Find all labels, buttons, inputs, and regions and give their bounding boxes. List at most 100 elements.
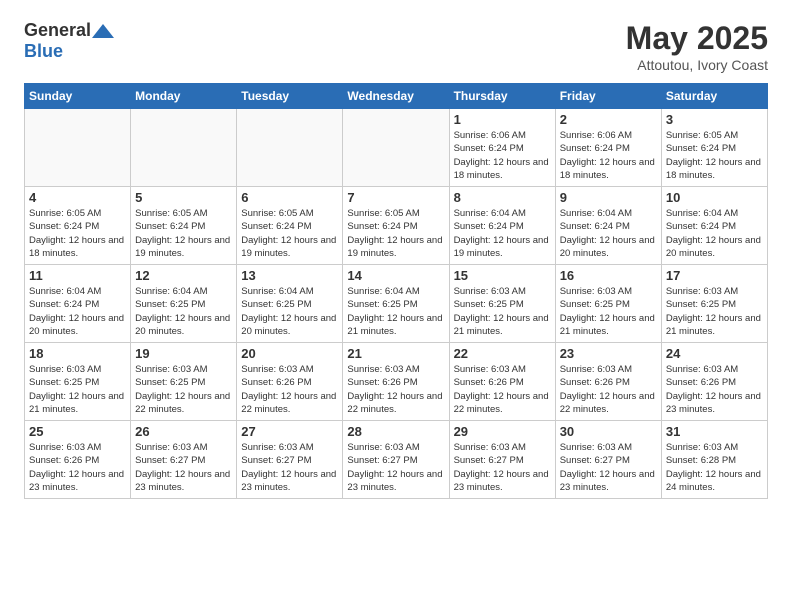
calendar-cell: 19Sunrise: 6:03 AM Sunset: 6:25 PM Dayli… [131, 343, 237, 421]
day-info: Sunrise: 6:03 AM Sunset: 6:26 PM Dayligh… [347, 363, 444, 416]
day-info: Sunrise: 6:04 AM Sunset: 6:25 PM Dayligh… [241, 285, 338, 338]
day-info: Sunrise: 6:05 AM Sunset: 6:24 PM Dayligh… [29, 207, 126, 260]
day-info: Sunrise: 6:03 AM Sunset: 6:25 PM Dayligh… [666, 285, 763, 338]
calendar-cell: 5 Sunrise: 6:05 AM Sunset: 6:24 PM Daylig… [131, 187, 237, 265]
calendar-cell: 28Sunrise: 6:03 AM Sunset: 6:27 PM Dayli… [343, 421, 449, 499]
day-info: Sunrise: 6:03 AM Sunset: 6:27 PM Dayligh… [241, 441, 338, 494]
day-info: Sunrise: 6:03 AM Sunset: 6:25 PM Dayligh… [29, 363, 126, 416]
calendar-table: Sunday Monday Tuesday Wednesday Thursday… [24, 83, 768, 499]
calendar-title: May 2025 [626, 20, 768, 57]
calendar-cell: 7 Sunrise: 6:05 AM Sunset: 6:24 PM Daylig… [343, 187, 449, 265]
day-info: Sunrise: 6:05 AM Sunset: 6:24 PM Dayligh… [135, 207, 232, 260]
calendar-cell: 17 Sunrise: 6:03 AM Sunset: 6:25 PM Dayli… [661, 265, 767, 343]
calendar-cell: 22 Sunrise: 6:03 AM Sunset: 6:26 PM Dayli… [449, 343, 555, 421]
day-number: 20 [241, 346, 338, 361]
calendar-cell [131, 109, 237, 187]
calendar-week-row: 25Sunrise: 6:03 AM Sunset: 6:26 PM Dayli… [25, 421, 768, 499]
header-monday: Monday [131, 84, 237, 109]
day-info: Sunrise: 6:04 AM Sunset: 6:24 PM Dayligh… [560, 207, 657, 260]
calendar-cell: 6Sunrise: 6:05 AM Sunset: 6:24 PM Daylig… [237, 187, 343, 265]
day-number: 15 [454, 268, 551, 283]
day-info: Sunrise: 6:05 AM Sunset: 6:24 PM Dayligh… [347, 207, 444, 260]
day-info: Sunrise: 6:03 AM Sunset: 6:28 PM Dayligh… [666, 441, 763, 494]
calendar-cell: 29Sunrise: 6:03 AM Sunset: 6:27 PM Dayli… [449, 421, 555, 499]
day-number: 26 [135, 424, 232, 439]
day-number: 11 [29, 268, 126, 283]
day-number: 3 [666, 112, 763, 127]
day-number: 12 [135, 268, 232, 283]
day-info: Sunrise: 6:04 AM Sunset: 6:24 PM Dayligh… [454, 207, 551, 260]
header-tuesday: Tuesday [237, 84, 343, 109]
day-info: Sunrise: 6:03 AM Sunset: 6:27 PM Dayligh… [560, 441, 657, 494]
calendar-cell: 23 Sunrise: 6:03 AM Sunset: 6:26 PM Dayli… [555, 343, 661, 421]
calendar-cell [237, 109, 343, 187]
calendar-cell: 14Sunrise: 6:04 AM Sunset: 6:25 PM Dayli… [343, 265, 449, 343]
calendar-cell: 26Sunrise: 6:03 AM Sunset: 6:27 PM Dayli… [131, 421, 237, 499]
calendar-cell [343, 109, 449, 187]
day-number: 25 [29, 424, 126, 439]
day-number: 23 [560, 346, 657, 361]
calendar-cell: 10Sunrise: 6:04 AM Sunset: 6:24 PM Dayli… [661, 187, 767, 265]
calendar-cell: 18 Sunrise: 6:03 AM Sunset: 6:25 PM Dayli… [25, 343, 131, 421]
calendar-cell: 16Sunrise: 6:03 AM Sunset: 6:25 PM Dayli… [555, 265, 661, 343]
calendar-cell: 15 Sunrise: 6:03 AM Sunset: 6:25 PM Dayli… [449, 265, 555, 343]
weekday-header-row: Sunday Monday Tuesday Wednesday Thursday… [25, 84, 768, 109]
calendar-week-row: 1Sunrise: 6:06 AM Sunset: 6:24 PM Daylig… [25, 109, 768, 187]
day-number: 5 [135, 190, 232, 205]
day-number: 6 [241, 190, 338, 205]
header-thursday: Thursday [449, 84, 555, 109]
day-info: Sunrise: 6:03 AM Sunset: 6:26 PM Dayligh… [241, 363, 338, 416]
day-number: 30 [560, 424, 657, 439]
day-info: Sunrise: 6:03 AM Sunset: 6:26 PM Dayligh… [560, 363, 657, 416]
day-info: Sunrise: 6:03 AM Sunset: 6:26 PM Dayligh… [454, 363, 551, 416]
calendar-cell: 24Sunrise: 6:03 AM Sunset: 6:26 PM Dayli… [661, 343, 767, 421]
day-number: 21 [347, 346, 444, 361]
calendar-week-row: 11 Sunrise: 6:04 AM Sunset: 6:24 PM Dayli… [25, 265, 768, 343]
logo-blue: Blue [24, 41, 63, 61]
day-number: 18 [29, 346, 126, 361]
logo-general: General [24, 20, 91, 41]
header-sunday: Sunday [25, 84, 131, 109]
calendar-cell: 9 Sunrise: 6:04 AM Sunset: 6:24 PM Daylig… [555, 187, 661, 265]
calendar-cell: 13 Sunrise: 6:04 AM Sunset: 6:25 PM Dayli… [237, 265, 343, 343]
header-saturday: Saturday [661, 84, 767, 109]
day-info: Sunrise: 6:06 AM Sunset: 6:24 PM Dayligh… [560, 129, 657, 182]
calendar-cell [25, 109, 131, 187]
calendar-week-row: 4 Sunrise: 6:05 AM Sunset: 6:24 PM Daylig… [25, 187, 768, 265]
day-number: 10 [666, 190, 763, 205]
day-info: Sunrise: 6:03 AM Sunset: 6:25 PM Dayligh… [560, 285, 657, 338]
day-info: Sunrise: 6:04 AM Sunset: 6:24 PM Dayligh… [29, 285, 126, 338]
header-friday: Friday [555, 84, 661, 109]
calendar-cell: 11 Sunrise: 6:04 AM Sunset: 6:24 PM Dayli… [25, 265, 131, 343]
title-area: May 2025 Attoutou, Ivory Coast [626, 20, 768, 73]
calendar-cell: 27 Sunrise: 6:03 AM Sunset: 6:27 PM Dayli… [237, 421, 343, 499]
calendar-cell: 21 Sunrise: 6:03 AM Sunset: 6:26 PM Dayli… [343, 343, 449, 421]
day-info: Sunrise: 6:04 AM Sunset: 6:25 PM Dayligh… [135, 285, 232, 338]
calendar-cell: 2 Sunrise: 6:06 AM Sunset: 6:24 PM Daylig… [555, 109, 661, 187]
day-number: 4 [29, 190, 126, 205]
day-number: 17 [666, 268, 763, 283]
day-info: Sunrise: 6:06 AM Sunset: 6:24 PM Dayligh… [454, 129, 551, 182]
day-number: 14 [347, 268, 444, 283]
header: General Blue May 2025 Attoutou, Ivory Co… [24, 20, 768, 73]
day-number: 7 [347, 190, 444, 205]
calendar-cell: 31 Sunrise: 6:03 AM Sunset: 6:28 PM Dayli… [661, 421, 767, 499]
day-number: 28 [347, 424, 444, 439]
day-number: 2 [560, 112, 657, 127]
day-info: Sunrise: 6:03 AM Sunset: 6:26 PM Dayligh… [666, 363, 763, 416]
day-info: Sunrise: 6:05 AM Sunset: 6:24 PM Dayligh… [666, 129, 763, 182]
day-number: 9 [560, 190, 657, 205]
calendar-cell: 25Sunrise: 6:03 AM Sunset: 6:26 PM Dayli… [25, 421, 131, 499]
day-number: 8 [454, 190, 551, 205]
calendar-cell: 30 Sunrise: 6:03 AM Sunset: 6:27 PM Dayli… [555, 421, 661, 499]
calendar-cell: 3 Sunrise: 6:05 AM Sunset: 6:24 PM Daylig… [661, 109, 767, 187]
day-info: Sunrise: 6:03 AM Sunset: 6:25 PM Dayligh… [454, 285, 551, 338]
day-number: 13 [241, 268, 338, 283]
calendar-cell: 8 Sunrise: 6:04 AM Sunset: 6:24 PM Daylig… [449, 187, 555, 265]
calendar-cell: 20 Sunrise: 6:03 AM Sunset: 6:26 PM Dayli… [237, 343, 343, 421]
day-number: 22 [454, 346, 551, 361]
day-number: 31 [666, 424, 763, 439]
day-number: 27 [241, 424, 338, 439]
calendar-cell: 4 Sunrise: 6:05 AM Sunset: 6:24 PM Daylig… [25, 187, 131, 265]
day-number: 19 [135, 346, 232, 361]
